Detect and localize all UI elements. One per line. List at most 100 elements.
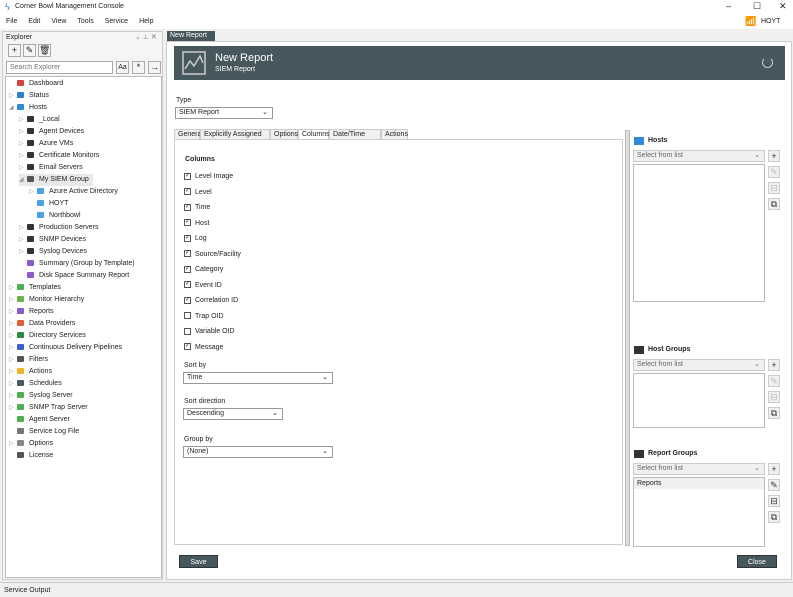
tree-item[interactable]: ▷ Status xyxy=(9,90,49,102)
checkbox-checked-icon[interactable]: ✓ xyxy=(184,265,191,273)
tree-item[interactable]: ▷ Directory Services xyxy=(9,330,86,342)
menu-tools[interactable]: Tools xyxy=(77,18,93,25)
regex-button[interactable]: * xyxy=(132,61,145,74)
match-case-button[interactable]: Aa xyxy=(116,61,129,74)
expander-icon[interactable]: ▷ xyxy=(19,150,27,162)
column-checkbox[interactable]: Variable OID xyxy=(184,327,235,337)
expander-icon[interactable]: ◢ xyxy=(19,174,27,186)
column-checkbox[interactable]: ✓ Log xyxy=(184,234,207,244)
tree-item[interactable]: ▷ Production Servers xyxy=(19,222,99,234)
tree-item[interactable]: ▷ Data Providers xyxy=(9,318,75,330)
expander-icon[interactable]: ▷ xyxy=(9,354,17,366)
splitter[interactable] xyxy=(625,130,630,546)
go-button[interactable]: → xyxy=(148,61,161,74)
expander-icon[interactable]: ▷ xyxy=(9,282,17,294)
hosts-list[interactable] xyxy=(633,164,765,302)
tree-item[interactable]: ▷ SNMP Devices xyxy=(19,234,86,246)
tree-item[interactable]: Service Log File xyxy=(9,426,79,438)
checkbox-checked-icon[interactable]: ✓ xyxy=(184,234,191,242)
checkbox-checked-icon[interactable]: ✓ xyxy=(184,250,191,258)
tree-item[interactable]: License xyxy=(9,450,53,462)
tree-item[interactable]: ▷ Actions xyxy=(9,366,52,378)
expander-icon[interactable]: ▷ xyxy=(9,90,17,102)
edit-button[interactable]: ✎ xyxy=(768,479,780,491)
menu-view[interactable]: View xyxy=(51,18,66,25)
expander-icon[interactable]: ▷ xyxy=(9,402,17,414)
sort-by-select[interactable]: Time ⌄ xyxy=(183,372,333,384)
column-checkbox[interactable]: ✓ Source/Facility xyxy=(184,250,241,260)
edit-button[interactable]: ✎ xyxy=(23,44,36,57)
expander-icon[interactable]: ▷ xyxy=(9,438,17,450)
add-button[interactable]: + xyxy=(768,463,780,475)
menu-service[interactable]: Service xyxy=(105,18,128,25)
hosts-select[interactable]: Select from list ⌄ xyxy=(633,150,765,162)
expander-icon[interactable]: ▷ xyxy=(19,234,27,246)
list-item[interactable]: Reports xyxy=(634,478,764,489)
remove-button[interactable]: ⊟ xyxy=(768,391,780,403)
tree-item[interactable]: ▷ Templates xyxy=(9,282,61,294)
tree-item[interactable]: ▷ Syslog Devices xyxy=(19,246,87,258)
tab-new-report[interactable]: New Report ✕ xyxy=(167,31,215,49)
expander-icon[interactable]: ▷ xyxy=(9,378,17,390)
checkbox-checked-icon[interactable]: ✓ xyxy=(184,172,191,180)
delete-button[interactable]: 🗑 xyxy=(38,44,51,57)
report-groups-list[interactable]: Reports xyxy=(633,477,765,547)
tree-item[interactable]: ▷ Email Servers xyxy=(19,162,83,174)
checkbox-unchecked-icon[interactable] xyxy=(184,312,191,320)
tree-item[interactable]: Disk Space Summary Report xyxy=(19,270,129,282)
add-button[interactable]: + xyxy=(768,150,780,162)
panel-options-icon[interactable]: ⌄ ⊥ ✕ xyxy=(135,33,157,41)
column-checkbox[interactable]: ✓ Level Image xyxy=(184,172,233,182)
add-button[interactable]: + xyxy=(768,359,780,371)
edit-button[interactable]: ✎ xyxy=(768,166,780,178)
menu-help[interactable]: Help xyxy=(139,18,153,25)
tree-item[interactable]: ▷ SNMP Trap Server xyxy=(9,402,88,414)
tree-item[interactable]: ▷ Certificate Monitors xyxy=(19,150,99,162)
expander-icon[interactable]: ▷ xyxy=(9,294,17,306)
report-groups-select[interactable]: Select from list ⌄ xyxy=(633,463,765,475)
tree-item[interactable]: ▷ Syslog Server xyxy=(9,390,73,402)
expander-icon[interactable]: ▷ xyxy=(9,342,17,354)
tree-item[interactable]: Dashboard xyxy=(9,78,63,90)
tree-item[interactable]: ▷ _Local xyxy=(19,114,60,126)
tree-item[interactable]: ▷ Azure Active Directory xyxy=(29,186,118,198)
expander-icon[interactable]: ▷ xyxy=(29,186,37,198)
save-button[interactable]: Save xyxy=(179,555,218,568)
tree-item[interactable]: ▷ Reports xyxy=(9,306,54,318)
tree-item[interactable]: ▷ Azure VMs xyxy=(19,138,73,150)
checkbox-checked-icon[interactable]: ✓ xyxy=(184,219,191,227)
checkbox-checked-icon[interactable]: ✓ xyxy=(184,281,191,289)
tree-item[interactable]: ▷ Options xyxy=(9,438,53,450)
tree-item[interactable]: ◢ Hosts xyxy=(9,102,47,114)
expander-icon[interactable]: ▷ xyxy=(19,114,27,126)
remove-button[interactable]: ⊟ xyxy=(768,182,780,194)
group-by-select[interactable]: (None) ⌄ xyxy=(183,446,333,458)
copy-button[interactable]: ⧉ xyxy=(768,407,780,419)
search-explorer-input[interactable] xyxy=(6,61,113,74)
tree-item[interactable]: ◢ My SIEM Group xyxy=(19,174,93,186)
expander-icon[interactable]: ▷ xyxy=(19,222,27,234)
expander-icon[interactable]: ▷ xyxy=(9,366,17,378)
host-groups-select[interactable]: Select from list ⌄ xyxy=(633,359,765,371)
remove-button[interactable]: ⊟ xyxy=(768,495,780,507)
menu-edit[interactable]: Edit xyxy=(28,18,40,25)
column-checkbox[interactable]: ✓ Host xyxy=(184,219,209,229)
expander-icon[interactable]: ▷ xyxy=(9,306,17,318)
column-checkbox[interactable]: ✓ Correlation ID xyxy=(184,296,238,306)
checkbox-unchecked-icon[interactable] xyxy=(184,327,191,335)
tree-item[interactable]: HOYT xyxy=(29,198,68,210)
checkbox-checked-icon[interactable]: ✓ xyxy=(184,343,191,351)
expander-icon[interactable]: ▷ xyxy=(19,126,27,138)
tree-item[interactable]: ▷ Filters xyxy=(9,354,48,366)
expander-icon[interactable]: ▷ xyxy=(9,330,17,342)
checkbox-checked-icon[interactable]: ✓ xyxy=(184,188,191,196)
expander-icon[interactable]: ◢ xyxy=(9,102,17,114)
service-output-tab[interactable]: Service Output xyxy=(4,587,50,594)
copy-button[interactable]: ⧉ xyxy=(768,198,780,210)
expander-icon[interactable]: ▷ xyxy=(19,162,27,174)
checkbox-checked-icon[interactable]: ✓ xyxy=(184,203,191,211)
copy-button[interactable]: ⧉ xyxy=(768,511,780,523)
menu-file[interactable]: File xyxy=(6,18,17,25)
type-select[interactable]: SIEM Report ⌄ xyxy=(175,107,273,119)
column-checkbox[interactable]: ✓ Time xyxy=(184,203,210,213)
